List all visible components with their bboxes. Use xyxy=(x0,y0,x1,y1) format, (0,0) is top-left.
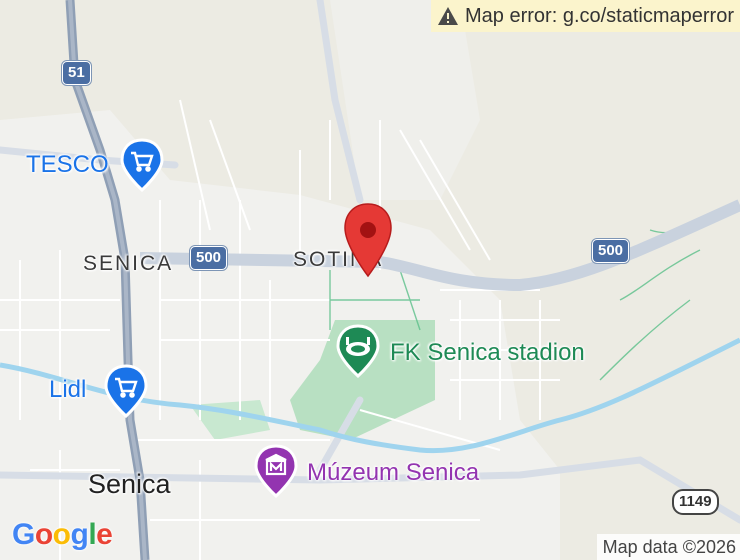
city-label-senica: Senica xyxy=(88,469,171,499)
poi-label-tesco[interactable]: TESCO xyxy=(26,153,109,177)
poi-label-museum[interactable]: Múzeum Senica xyxy=(307,461,479,485)
road-shield-1149: 1149 xyxy=(672,489,719,515)
map-error-banner[interactable]: Map error: g.co/staticmaperror xyxy=(431,0,740,32)
map-pin-icon[interactable] xyxy=(340,200,396,282)
google-logo: Google xyxy=(12,518,113,551)
poi-label-lidl[interactable]: Lidl xyxy=(49,378,86,402)
lidl-marker[interactable] xyxy=(102,364,150,418)
road-shield-500: 500 xyxy=(190,246,228,270)
museum-marker[interactable] xyxy=(252,444,300,498)
map-error-text: Map error: g.co/staticmaperror xyxy=(465,4,734,27)
tesco-marker[interactable] xyxy=(118,138,166,192)
district-label-senica: SENICA xyxy=(83,252,174,275)
warning-icon xyxy=(438,7,459,25)
poi-label-stadium[interactable]: FK Senica stadion xyxy=(390,341,585,365)
road-shield-500: 500 xyxy=(592,239,630,263)
road-shield-51: 51 xyxy=(62,61,91,85)
map-attribution[interactable]: Map data ©2026 xyxy=(596,534,740,560)
stadium-marker[interactable] xyxy=(334,324,382,378)
